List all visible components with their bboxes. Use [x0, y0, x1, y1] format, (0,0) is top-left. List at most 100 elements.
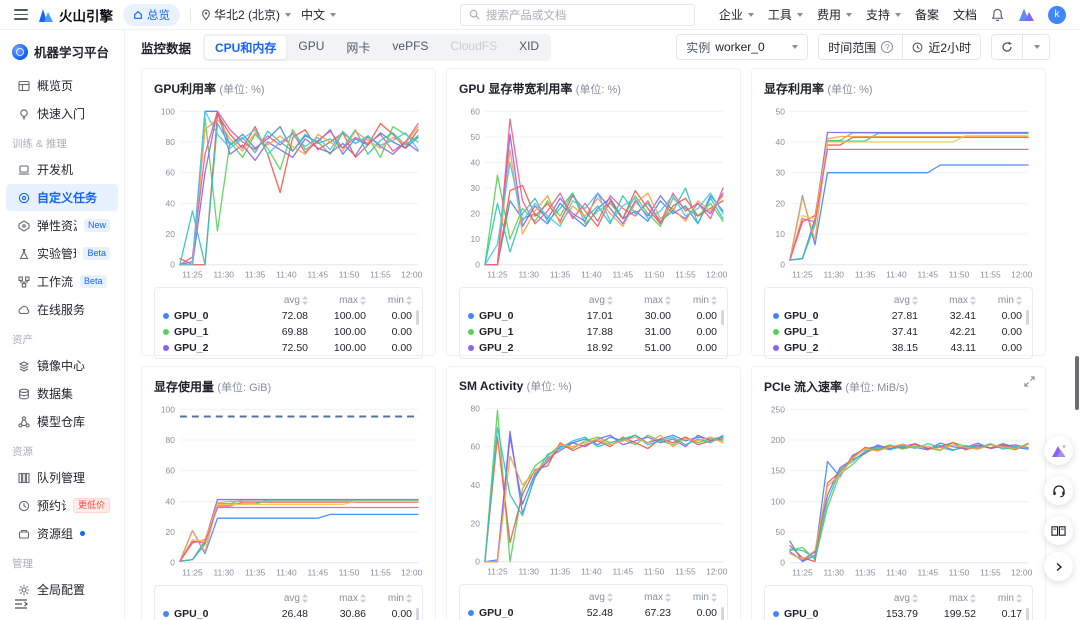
docs-button[interactable]	[1044, 516, 1073, 545]
legend-row[interactable]: GPU_072.08100.000.00	[163, 308, 412, 324]
tab-网卡[interactable]: 网卡	[336, 36, 380, 59]
sidebar-item-queue[interactable]: 队列管理	[6, 464, 118, 491]
legend-sort-max[interactable]: max	[308, 292, 366, 308]
series-color-dot	[163, 345, 169, 351]
sidebar-item-label: 模型仓库	[37, 413, 85, 430]
legend-sort-avg[interactable]: avg	[557, 292, 613, 308]
legend-scrollbar[interactable]	[416, 310, 419, 325]
chart-unit-text: (单位: GiB)	[217, 382, 271, 394]
stat-min: 0.00	[366, 340, 412, 356]
legend-scrollbar[interactable]	[1026, 310, 1029, 325]
legend-sort-max[interactable]: max	[613, 589, 671, 605]
legend-row[interactable]: GPU_052.4867.230.00	[468, 605, 717, 620]
sidebar-item-onlineservice[interactable]: 在线服务	[6, 296, 118, 323]
refresh-button[interactable]	[992, 35, 1022, 59]
chart-unit-text: (单位: MiB/s)	[845, 382, 908, 394]
queue-icon	[18, 472, 30, 484]
svg-text:20: 20	[166, 229, 176, 239]
stat-avg: 52.48	[557, 605, 613, 620]
legend-row[interactable]: GPU_218.9251.000.00	[468, 340, 717, 356]
region-selector[interactable]: 华北2 (北京)	[201, 6, 291, 23]
legend-sort-max[interactable]: max	[308, 590, 366, 606]
tab-CPU和内存[interactable]: CPU和内存	[205, 36, 286, 59]
sidebar-item-label: 镜像中心	[37, 357, 85, 374]
time-range-value-button[interactable]: 近2小时	[902, 35, 980, 59]
tab-vePFS[interactable]: vePFS	[382, 36, 438, 59]
sidebar-item-devmachine[interactable]: 开发机	[6, 156, 118, 183]
instance-select[interactable]: 实例 worker_0	[676, 34, 808, 60]
legend-sort-avg[interactable]: avg	[252, 292, 308, 308]
legend-scrollbar[interactable]	[1026, 608, 1029, 620]
legend-sort-min[interactable]: min	[976, 292, 1022, 308]
tab-XID[interactable]: XID	[509, 36, 549, 59]
badge: New	[84, 219, 110, 232]
legend-scrollbar[interactable]	[721, 310, 724, 325]
navbar-menu-工具[interactable]: 工具	[768, 6, 803, 23]
svg-text:20: 20	[166, 527, 176, 537]
sidebar-item-customtask[interactable]: 自定义任务	[6, 184, 118, 211]
legend-sort-max[interactable]: max	[613, 292, 671, 308]
legend-sort-min[interactable]: min	[366, 590, 412, 606]
legend-row[interactable]: GPU_238.1543.110.00	[773, 340, 1022, 356]
legend-sort-avg[interactable]: avg	[557, 589, 613, 605]
sidebar-collapse-icon[interactable]	[14, 598, 28, 610]
sidebar-item-elastic[interactable]: 弹性资源任务New	[6, 212, 118, 239]
sidebar-item-overview[interactable]: 概览页	[6, 72, 118, 99]
svg-text:30: 30	[776, 168, 786, 178]
refresh-interval-dropdown[interactable]	[1022, 35, 1049, 59]
page-scrollbar[interactable]	[1075, 356, 1079, 410]
chart-title-text: 显存使用量	[154, 380, 214, 394]
hamburger-menu-icon[interactable]	[14, 9, 28, 20]
volcano-logo[interactable]: 火山引擎	[38, 5, 113, 25]
sidebar-item-reserve[interactable]: 预约计划更低价	[6, 492, 118, 519]
bell-icon[interactable]	[991, 8, 1004, 22]
navbar-menu-支持[interactable]: 支持	[866, 6, 901, 23]
legend-row[interactable]: GPU_017.0130.000.00	[468, 308, 717, 324]
language-selector[interactable]: 中文	[301, 6, 336, 23]
legend-row[interactable]: GPU_027.8132.410.00	[773, 308, 1022, 324]
panel-expand-button[interactable]	[1044, 552, 1073, 581]
instance-select-cell[interactable]: 实例 worker_0	[677, 35, 807, 59]
sidebar-item-experiment[interactable]: 实验管理Beta	[6, 240, 118, 267]
legend-scrollbar[interactable]	[416, 608, 419, 620]
series-name: GPU_1	[773, 324, 862, 340]
legend-scrollbar[interactable]	[721, 607, 724, 620]
legend-sort-min[interactable]: min	[671, 589, 717, 605]
legend-row[interactable]: GPU_0153.79199.520.17	[773, 606, 1022, 620]
sort-icon	[406, 296, 412, 305]
legend-sort-max[interactable]: max	[918, 292, 976, 308]
legend-row[interactable]: GPU_137.4142.210.00	[773, 324, 1022, 340]
legend-row[interactable]: GPU_169.88100.000.00	[163, 324, 412, 340]
sidebar-item-model[interactable]: 模型仓库	[6, 408, 118, 435]
sidebar-item-imagecenter[interactable]: 镜像中心	[6, 352, 118, 379]
navbar-menu-文档[interactable]: 文档	[953, 6, 977, 23]
legend-sort-avg[interactable]: avg	[862, 292, 918, 308]
legend-sort-min[interactable]: min	[366, 292, 412, 308]
legend-sort-min[interactable]: min	[976, 590, 1022, 606]
legend-sort-min[interactable]: min	[671, 292, 717, 308]
ai-assistant-button[interactable]	[1044, 436, 1073, 465]
stat-min: 0.00	[671, 308, 717, 324]
tab-GPU[interactable]: GPU	[288, 36, 334, 59]
navbar-menu-备案[interactable]: 备案	[915, 6, 939, 23]
sidebar-item-resourcegroup[interactable]: 资源组	[6, 520, 118, 547]
menu-label: 备案	[915, 6, 939, 23]
support-button[interactable]	[1044, 476, 1073, 505]
legend-row[interactable]: GPU_026.4830.860.00	[163, 606, 412, 620]
legend-sort-max[interactable]: max	[918, 590, 976, 606]
console-mountain-icon[interactable]	[1018, 8, 1034, 21]
sidebar-item-quickstart[interactable]: 快速入门	[6, 100, 118, 127]
expand-icon[interactable]	[1024, 376, 1035, 387]
sidebar-item-workflow[interactable]: 工作流Beta	[6, 268, 118, 295]
search-input[interactable]: 搜索产品或文档	[460, 4, 695, 26]
sidebar-item-dataset[interactable]: 数据集	[6, 380, 118, 407]
legend-sort-avg[interactable]: avg	[862, 590, 918, 606]
legend-row[interactable]: GPU_272.50100.000.00	[163, 340, 412, 356]
time-range-button[interactable]: 时间范围 ?	[819, 35, 902, 59]
legend-sort-avg[interactable]: avg	[252, 590, 308, 606]
legend-row[interactable]: GPU_117.8831.000.00	[468, 324, 717, 340]
user-avatar[interactable]: k	[1048, 6, 1066, 24]
overview-pill[interactable]: 总览	[123, 4, 180, 26]
navbar-menu-费用[interactable]: 费用	[817, 6, 852, 23]
navbar-menu-企业[interactable]: 企业	[719, 6, 754, 23]
